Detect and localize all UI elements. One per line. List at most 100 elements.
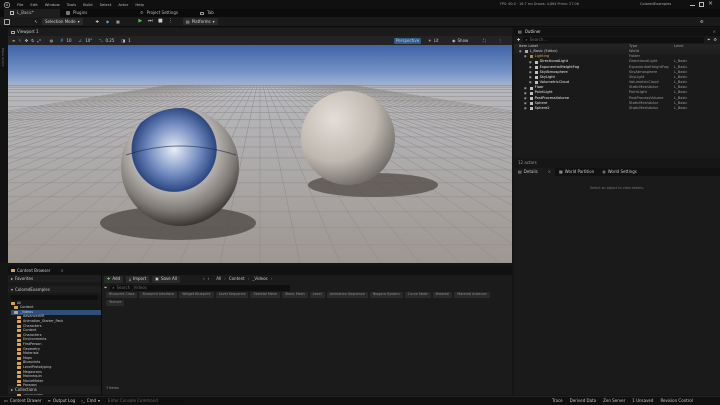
unsaved-button[interactable]: 1 Unsaved (632, 399, 653, 403)
maximize-icon[interactable] (699, 1, 704, 7)
place-actors-tab[interactable]: Place Actors (1, 48, 5, 66)
filter-chip[interactable]: Texture (106, 300, 125, 306)
filter-chip[interactable]: Widget Blueprint (179, 292, 214, 298)
menu-icon[interactable]: ≡ (12, 38, 15, 43)
viewport-tab-item[interactable]: Viewport 1 (8, 30, 39, 34)
breadcrumb-item[interactable]: All (216, 277, 221, 281)
close-icon[interactable]: × (548, 170, 551, 174)
filter-chip[interactable]: Skeletal Mesh (250, 292, 280, 298)
trace-button[interactable]: Trace (552, 399, 563, 403)
outliner-row[interactable]: ● Sphere2 StaticMeshActor L_Basic (514, 106, 720, 111)
filter-chip[interactable]: Curve Table (404, 292, 431, 298)
filter-chip[interactable]: Material Instance (454, 292, 490, 298)
close-icon[interactable]: × (708, 1, 713, 7)
tab-tab[interactable]: Tab (194, 9, 234, 17)
close-icon[interactable]: × (713, 30, 716, 34)
revision-control-button[interactable]: Revision Control (660, 399, 692, 403)
camera-speed-value[interactable]: 1 (128, 38, 131, 43)
visibility-icon[interactable]: ● (524, 86, 527, 90)
tab-world-partition[interactable]: ▦ World Partition (555, 170, 598, 174)
save-all-button[interactable]: ▣ Save All (152, 275, 181, 283)
visibility-icon[interactable]: ● (524, 91, 527, 95)
chrome-sphere[interactable] (121, 108, 239, 226)
visibility-icon[interactable]: ● (524, 102, 527, 105)
filter-chip[interactable]: Level Sequence (215, 292, 249, 298)
play-icon[interactable]: ▶ (137, 18, 144, 25)
perspective-button[interactable]: Perspective (394, 37, 422, 44)
tab-world-settings[interactable]: ◍ World Settings (598, 170, 641, 174)
visibility-icon[interactable]: ● (524, 107, 527, 110)
favorites-header[interactable]: ▸ Favorites (8, 275, 101, 282)
derived-data-button[interactable]: Derived Data (570, 399, 597, 403)
maximize-viewport-icon[interactable]: ⛶ (483, 38, 486, 43)
minimize-icon[interactable] (690, 5, 695, 6)
project-root-header[interactable]: ▾ ColoredExamples (8, 286, 101, 293)
visibility-icon[interactable]: ● (529, 76, 532, 79)
outliner-search-input[interactable]: ⌕ Search... (523, 37, 705, 43)
output-log-button[interactable]: ≡ Output Log (48, 399, 76, 403)
camera-speed-icon[interactable]: ◨ (121, 38, 125, 43)
col-type[interactable]: Type (629, 44, 674, 49)
stop-icon[interactable]: ■ (157, 18, 164, 25)
rotate-icon[interactable]: ↻ (31, 38, 34, 43)
menu-item-window[interactable]: Window (45, 2, 60, 7)
visibility-icon[interactable]: ● (524, 55, 527, 58)
grid-snap-value[interactable]: 10 (67, 38, 72, 43)
tab-project-settings[interactable]: ⚙ Project Settings (134, 9, 194, 17)
play-options-icon[interactable]: ⋮ (167, 18, 174, 25)
skip-icon[interactable]: ⏭ (147, 18, 154, 25)
menu-item-file[interactable]: File (17, 2, 23, 7)
sequencer-icon[interactable]: ▦ (116, 19, 120, 24)
rotation-snap-value[interactable]: 10° (85, 38, 92, 43)
visibility-icon[interactable]: ● (529, 60, 532, 64)
close-icon[interactable]: × (60, 268, 63, 273)
tab-details[interactable]: ▤ Details × (514, 168, 556, 176)
menu-item-edit[interactable]: Edit (30, 2, 37, 7)
breadcrumb-item[interactable]: _Videos (252, 277, 267, 281)
menu-item-actor[interactable]: Actor (118, 2, 128, 7)
menu-item-tools[interactable]: Tools (67, 2, 76, 7)
filter-chip[interactable]: Material (432, 292, 453, 298)
zen-server-button[interactable]: Zen Server (603, 399, 625, 403)
filter-chip[interactable]: Level (309, 292, 325, 298)
level-viewport[interactable]: 00_Basic01_BalancedObjects02_AbstractShe… (8, 45, 512, 263)
filter-icon[interactable]: ⏷ (104, 285, 107, 290)
filter-chip[interactable]: Niagara System (369, 292, 403, 298)
console-input[interactable]: Enter Console Command (106, 398, 187, 404)
back-icon[interactable]: ‹ (203, 277, 205, 281)
scale-icon[interactable]: ⤢ (37, 38, 40, 43)
filter-chip[interactable]: Animation Sequence (326, 292, 368, 298)
visibility-icon[interactable]: ● (529, 81, 532, 84)
viewport-options-icon[interactable]: ⋮ (498, 38, 502, 43)
menu-item-select[interactable]: Select (100, 2, 112, 7)
content-drawer-button[interactable]: ▭ Content Drawer (4, 399, 42, 403)
select-icon[interactable]: ↖ (18, 38, 21, 43)
add-button[interactable]: ✚ Add (104, 275, 124, 283)
visibility-icon[interactable]: ● (524, 96, 527, 100)
settings-icon[interactable]: ⚙ (700, 19, 704, 24)
tab-plugins[interactable]: Plugins (60, 9, 134, 17)
col-item-label[interactable]: Item Label (519, 44, 629, 49)
grid-snap-icon[interactable]: # (60, 38, 63, 43)
platforms-dropdown[interactable]: ▤ Platforms ▾ (182, 18, 218, 25)
collections-header[interactable]: ▸ Collections (8, 386, 101, 394)
clay-sphere[interactable] (301, 91, 395, 185)
menu-item-help[interactable]: Help (135, 2, 144, 7)
cmd-button[interactable]: ›_ Cmd ▾ (81, 399, 100, 403)
filter-icon[interactable]: ⏷ (707, 38, 710, 42)
menu-item-build[interactable]: Build (83, 2, 93, 7)
filter-chip[interactable]: Blueprint Class (106, 292, 138, 298)
create-icon[interactable]: ✚ (96, 19, 99, 24)
visibility-icon[interactable]: ● (529, 71, 532, 74)
filter-chip[interactable]: Blueprint Interface (139, 292, 178, 298)
settings-icon[interactable]: ⚙ (713, 38, 717, 42)
visibility-icon[interactable]: ● (529, 65, 532, 69)
forward-icon[interactable]: › (208, 277, 210, 281)
lit-button[interactable]: ☀ Lit (428, 38, 439, 43)
blueprint-icon[interactable]: ◆ (106, 19, 109, 24)
col-level[interactable]: Level (674, 44, 684, 49)
show-button[interactable]: ◉ Show (452, 38, 468, 43)
scale-snap-value[interactable]: 0.25 (105, 38, 114, 43)
world-icon[interactable]: ◍ (50, 38, 54, 43)
import-button[interactable]: ⤓ Import (126, 275, 150, 283)
